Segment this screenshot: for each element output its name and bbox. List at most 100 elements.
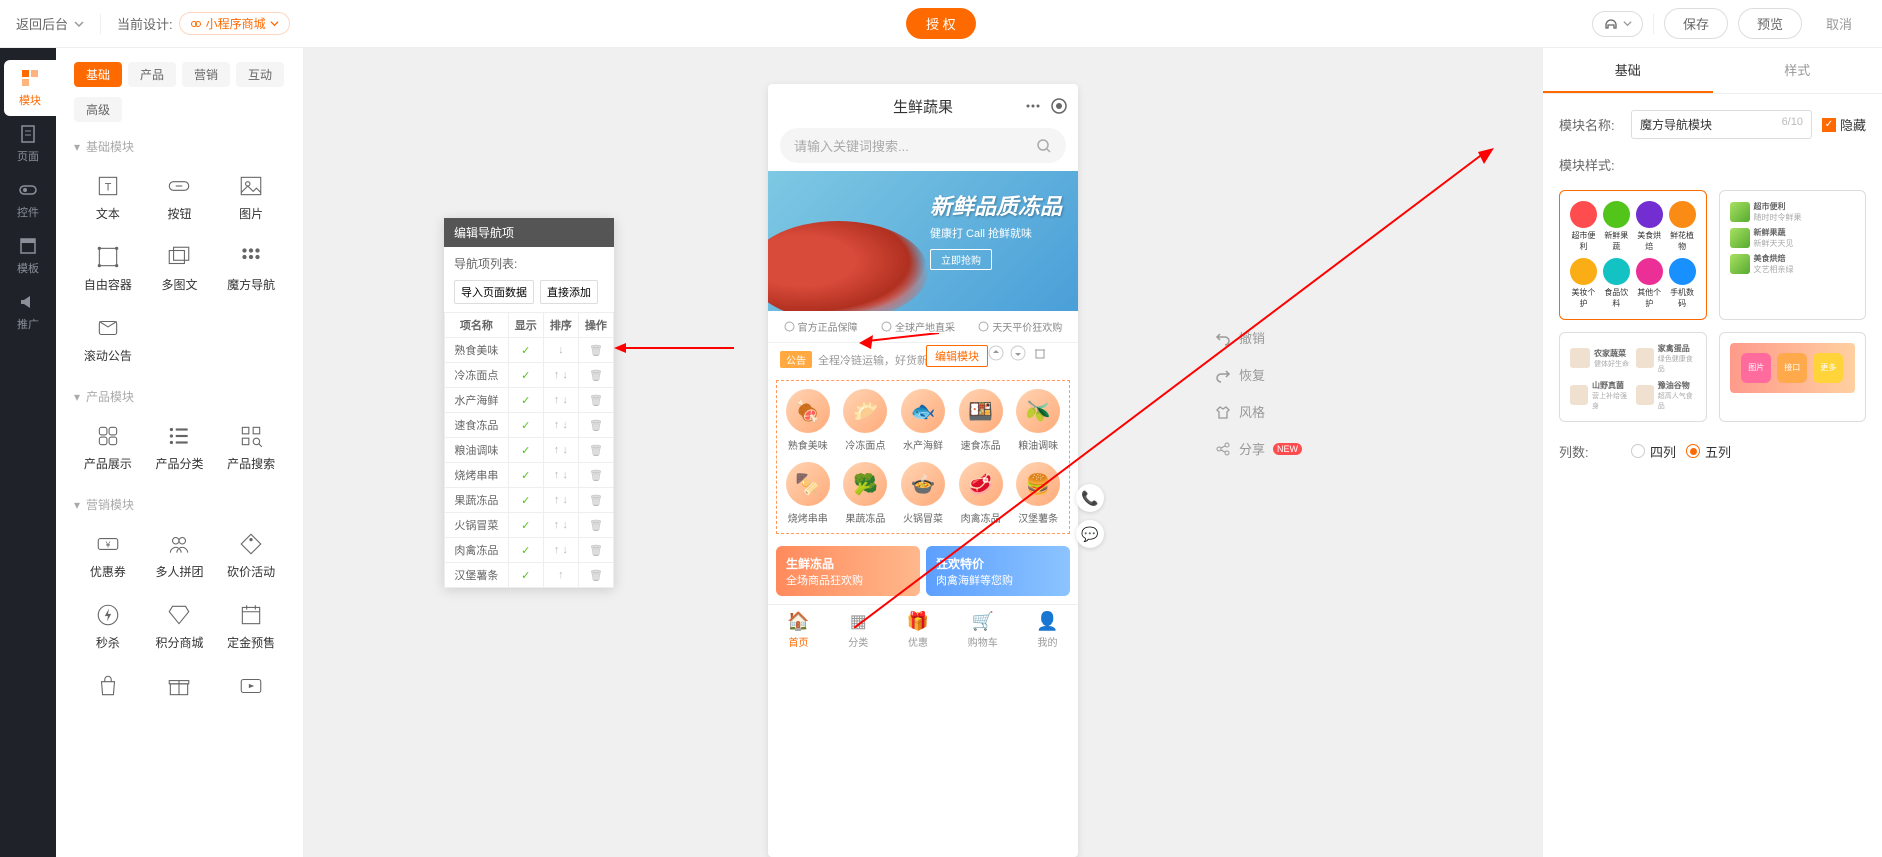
row-name[interactable]: 速食冻品	[445, 413, 509, 438]
nav-item[interactable]: 🍔汉堡薯条	[1011, 462, 1065, 525]
promo-card[interactable]: 生鲜冻品 全场商品狂欢购	[776, 546, 920, 596]
comp-tab-basic[interactable]: 基础	[74, 62, 122, 87]
row-name[interactable]: 水产海鲜	[445, 388, 509, 413]
style-option-1[interactable]: 超市便利新鲜果蔬美食烘焙鲜花植物美妆个护食品饮料其他个护手机数码	[1559, 190, 1707, 320]
comp-product-search[interactable]: 产品搜索	[217, 415, 285, 480]
tabbar-item[interactable]: 👤我的	[1036, 611, 1058, 649]
tabbar-item[interactable]: 🎁优惠	[907, 611, 929, 649]
row-delete[interactable]: 🗑	[578, 413, 613, 438]
row-delete[interactable]: 🗑	[578, 513, 613, 538]
comp-multi-image[interactable]: 多图文	[146, 236, 214, 301]
row-show[interactable]: ✓	[508, 363, 543, 388]
comp-seckill[interactable]: 秒杀	[74, 594, 142, 659]
row-name[interactable]: 火锅冒菜	[445, 513, 509, 538]
row-sort[interactable]: ↑ ↓	[543, 363, 578, 388]
row-name[interactable]: 烧烤串串	[445, 463, 509, 488]
close-icon[interactable]	[1050, 97, 1068, 115]
delete-icon[interactable]	[1032, 345, 1048, 361]
support-menu[interactable]	[1592, 11, 1643, 37]
preview-button[interactable]: 预览	[1738, 8, 1802, 39]
rail-module[interactable]: 模块	[4, 60, 56, 116]
rail-page[interactable]: 页面	[0, 116, 56, 172]
rail-template[interactable]: 模板	[0, 228, 56, 284]
row-name[interactable]: 冷冻面点	[445, 363, 509, 388]
comp-bargain[interactable]: 砍价活动	[217, 523, 285, 588]
row-name[interactable]: 粮油调味	[445, 438, 509, 463]
row-sort[interactable]: ↑ ↓	[543, 538, 578, 563]
insp-tab-style[interactable]: 样式	[1713, 48, 1882, 93]
comp-product-cat[interactable]: 产品分类	[146, 415, 214, 480]
comp-group[interactable]: 多人拼团	[146, 523, 214, 588]
row-sort[interactable]: ↑ ↓	[543, 413, 578, 438]
row-sort[interactable]: ↑ ↓	[543, 438, 578, 463]
rail-control[interactable]: 控件	[0, 172, 56, 228]
back-button[interactable]: 返回后台	[16, 14, 84, 33]
comp-more2[interactable]	[146, 665, 214, 713]
nav-item[interactable]: 🍲火锅冒菜	[896, 462, 950, 525]
move-up-icon[interactable]	[988, 345, 1004, 361]
comp-more3[interactable]	[217, 665, 285, 713]
comp-tab-product[interactable]: 产品	[128, 62, 176, 87]
magic-nav-module[interactable]: 🍖熟食美味🥟冷冻面点🐟水产海鲜🍱速食冻品🫒粮油调味🍢烧烤串串🥦果蔬冻品🍲火锅冒菜…	[776, 380, 1070, 534]
row-delete[interactable]: 🗑	[578, 538, 613, 563]
banner-cta[interactable]: 立即抢购	[930, 249, 992, 270]
style-option-2[interactable]: 超市便利随时时令鲜果新鲜果蔬新鲜天天见美食烘焙文艺相亲绿	[1719, 190, 1867, 320]
add-button[interactable]: 直接添加	[540, 280, 598, 304]
comp-more1[interactable]	[74, 665, 142, 713]
comp-coupon[interactable]: ¥优惠券	[74, 523, 142, 588]
row-delete[interactable]: 🗑	[578, 488, 613, 513]
radio-4col[interactable]: 四列	[1631, 442, 1676, 461]
style-option-4[interactable]: 图片接口更多	[1719, 332, 1867, 422]
phone-icon[interactable]: 📞	[1076, 484, 1104, 512]
comp-magic-nav[interactable]: 魔方导航	[217, 236, 285, 301]
style-option-3[interactable]: 农家蔬菜健体好生命家禽蛋品绿色健康食品山野真菌营上补给强身豫油谷物超高人气食品	[1559, 332, 1707, 422]
row-sort[interactable]: ↑ ↓	[543, 463, 578, 488]
cancel-button[interactable]: 取消	[1812, 9, 1866, 38]
nav-item[interactable]: 🍢烧烤串串	[781, 462, 835, 525]
comp-text[interactable]: T文本	[74, 165, 142, 230]
row-name[interactable]: 熟食美味	[445, 338, 509, 363]
nav-item[interactable]: 🫒粮油调味	[1011, 389, 1065, 452]
row-show[interactable]: ✓	[508, 488, 543, 513]
edit-module-badge[interactable]: 编辑模块	[926, 345, 988, 367]
nav-item[interactable]: 🥦果蔬冻品	[839, 462, 893, 525]
row-show[interactable]: ✓	[508, 413, 543, 438]
nav-item[interactable]: 🥟冷冻面点	[839, 389, 893, 452]
authorize-button[interactable]: 授 权	[906, 8, 976, 39]
row-delete[interactable]: 🗑	[578, 438, 613, 463]
tool-share[interactable]: 分享NEW	[1215, 439, 1302, 458]
nav-item[interactable]: 🥩肉禽冻品	[954, 462, 1008, 525]
comp-tab-interact[interactable]: 互动	[236, 62, 284, 87]
comp-points[interactable]: 积分商城	[146, 594, 214, 659]
insp-tab-basic[interactable]: 基础	[1543, 48, 1713, 93]
row-sort[interactable]: ↑ ↓	[543, 488, 578, 513]
row-sort[interactable]: ↑	[543, 563, 578, 588]
row-delete[interactable]: 🗑	[578, 563, 613, 588]
promo-card[interactable]: 狂欢特价 肉禽海鲜等您购	[926, 546, 1070, 596]
row-show[interactable]: ✓	[508, 338, 543, 363]
row-name[interactable]: 果蔬冻品	[445, 488, 509, 513]
row-delete[interactable]: 🗑	[578, 338, 613, 363]
tool-redo[interactable]: 恢复	[1215, 365, 1302, 384]
comp-free-container[interactable]: 自由容器	[74, 236, 142, 301]
move-down-icon[interactable]	[1010, 345, 1026, 361]
row-name[interactable]: 汉堡薯条	[445, 563, 509, 588]
row-show[interactable]: ✓	[508, 463, 543, 488]
save-button[interactable]: 保存	[1664, 8, 1728, 39]
tabbar-item[interactable]: 🏠首页	[787, 611, 809, 649]
comp-tab-advanced[interactable]: 高级	[74, 97, 122, 122]
more-icon[interactable]	[1024, 97, 1042, 115]
row-name[interactable]: 肉禽冻品	[445, 538, 509, 563]
rail-promote[interactable]: 推广	[0, 284, 56, 340]
row-show[interactable]: ✓	[508, 563, 543, 588]
comp-notice[interactable]: 滚动公告	[74, 307, 142, 372]
row-show[interactable]: ✓	[508, 438, 543, 463]
name-input[interactable]: 魔方导航模块 6/10	[1631, 110, 1812, 139]
tabbar-item[interactable]: ▦分类	[848, 611, 868, 649]
tabbar-item[interactable]: 🛒购物车	[968, 611, 998, 649]
design-selector[interactable]: 小程序商城	[179, 12, 290, 35]
chat-icon[interactable]: 💬	[1076, 520, 1104, 548]
nav-item[interactable]: 🍱速食冻品	[954, 389, 1008, 452]
tool-style[interactable]: 风格	[1215, 402, 1302, 421]
comp-tab-marketing[interactable]: 营销	[182, 62, 230, 87]
